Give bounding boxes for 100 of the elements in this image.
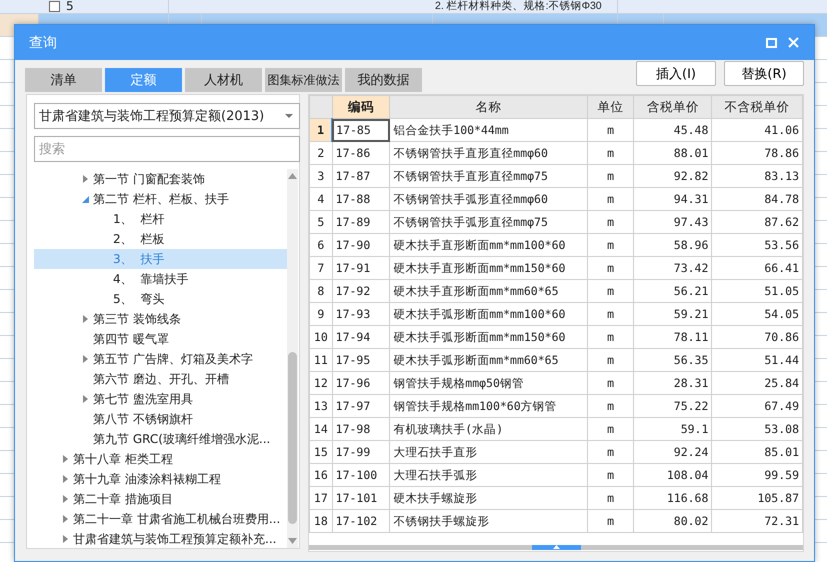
tree-item[interactable]: 第十九章 油漆涂料裱糊工程 xyxy=(34,469,287,489)
table-cell: 53.56 xyxy=(712,234,802,256)
expand-icon[interactable] xyxy=(83,315,88,323)
table-cell: m xyxy=(587,372,634,394)
table-cell: 59.21 xyxy=(634,302,712,326)
column-header[interactable]: 单位 xyxy=(587,96,634,118)
row-number[interactable]: 1 xyxy=(310,118,332,142)
table-cell: m xyxy=(587,464,634,486)
table-cell: m xyxy=(587,280,634,302)
column-header[interactable]: 不含税单价 xyxy=(712,96,802,118)
table-cell: m xyxy=(587,188,634,210)
table-cell: 17-88 xyxy=(332,188,390,210)
checkbox-icon xyxy=(49,0,60,12)
table-cell: 72.31 xyxy=(712,510,802,532)
tab[interactable]: 清单 xyxy=(25,68,102,92)
row-number[interactable]: 6 xyxy=(310,234,332,256)
table-cell: 不锈钢管扶手弧形直径mmφ75 xyxy=(390,210,588,234)
expand-icon[interactable] xyxy=(83,395,88,403)
splitter-handle[interactable] xyxy=(532,545,580,550)
search-field[interactable]: 搜索 xyxy=(34,136,300,162)
expand-icon[interactable] xyxy=(63,535,68,543)
tab[interactable]: 图集标准做法 xyxy=(265,68,342,92)
tree-item[interactable]: 4、 靠墙扶手 xyxy=(34,269,287,289)
tree-item[interactable]: 甘肃省建筑与装饰工程预算定额补充... xyxy=(34,529,287,548)
tree-item[interactable]: 第一节 门窗配套装饰 xyxy=(34,169,287,189)
table-cell: 17-99 xyxy=(332,440,390,464)
scroll-down-icon[interactable] xyxy=(288,538,297,544)
table-cell: 大理石扶手直形 xyxy=(390,440,588,464)
table-cell: 17-101 xyxy=(332,486,390,510)
tree-item[interactable]: 第八节 不锈钢旗杆 xyxy=(34,409,287,429)
column-header[interactable]: 名称 xyxy=(390,96,588,118)
row-number[interactable]: 16 xyxy=(310,464,332,486)
tree-item[interactable]: 5、 弯头 xyxy=(34,289,287,309)
table-cell: 17-89 xyxy=(332,210,390,234)
library-dropdown[interactable]: 甘肃省建筑与装饰工程预算定额(2013) xyxy=(34,103,300,129)
collapse-icon[interactable] xyxy=(82,196,89,202)
expand-icon[interactable] xyxy=(63,455,68,463)
expand-icon[interactable] xyxy=(63,495,68,503)
row-number[interactable]: 2 xyxy=(310,142,332,164)
table-cell: 51.44 xyxy=(712,348,802,372)
table-cell: 硬木扶手直形断面mm*mm60*65 xyxy=(390,280,588,302)
tree-item[interactable]: 第十八章 柜类工程 xyxy=(34,449,287,469)
tab[interactable]: 人材机 xyxy=(185,68,262,92)
row-number[interactable]: 13 xyxy=(310,394,332,418)
tree-item[interactable]: 1、 栏杆 xyxy=(34,209,287,229)
insert-button[interactable]: 插入(I) xyxy=(636,61,716,86)
table-cell: 17-102 xyxy=(332,510,390,532)
tree-item[interactable]: 第六节 磨边、开孔、开槽 xyxy=(34,369,287,389)
column-header[interactable]: 编码 xyxy=(332,96,390,118)
table-cell: 17-90 xyxy=(332,234,390,256)
row-number[interactable]: 4 xyxy=(310,188,332,210)
row-number[interactable]: 15 xyxy=(310,440,332,464)
tree-item[interactable]: 第七节 盥洗室用具 xyxy=(34,389,287,409)
table-cell: m xyxy=(587,394,634,418)
scroll-up-icon[interactable] xyxy=(288,173,297,179)
table-cell: m xyxy=(587,256,634,280)
expand-icon[interactable] xyxy=(63,475,68,483)
row-number[interactable]: 17 xyxy=(310,486,332,510)
expand-icon[interactable] xyxy=(83,355,88,363)
expand-icon[interactable] xyxy=(63,515,68,523)
tree-item[interactable]: 第九节 GRC(玻璃纤维增强水泥... xyxy=(34,429,287,449)
table-cell: 17-93 xyxy=(332,302,390,326)
row-number[interactable]: 5 xyxy=(310,210,332,234)
row-number[interactable]: 7 xyxy=(310,256,332,280)
row-number[interactable]: 18 xyxy=(310,510,332,532)
table-cell: 17-92 xyxy=(332,280,390,302)
table-cell: 45.48 xyxy=(634,118,712,142)
table-cell: 硬木扶手弧形断面mm*mm60*65 xyxy=(390,348,588,372)
table-cell: 17-94 xyxy=(332,326,390,348)
replace-button[interactable]: 替换(R) xyxy=(724,61,804,86)
row-number[interactable]: 10 xyxy=(310,326,332,348)
table-cell: 53.08 xyxy=(712,418,802,440)
tab[interactable]: 我的数据 xyxy=(345,68,422,92)
row-number[interactable]: 8 xyxy=(310,280,332,302)
tree-item[interactable]: 2、 栏板 xyxy=(34,229,287,249)
table-cell: 17-87 xyxy=(332,164,390,188)
table-cell: m xyxy=(587,164,634,188)
row-number[interactable]: 9 xyxy=(310,302,332,326)
scrollbar[interactable] xyxy=(287,169,298,548)
row-number[interactable]: 14 xyxy=(310,418,332,440)
table-cell: 80.02 xyxy=(634,510,712,532)
column-header[interactable]: 含税单价 xyxy=(634,96,712,118)
row-number[interactable]: 12 xyxy=(310,372,332,394)
tree-item[interactable]: 第四节 暖气罩 xyxy=(34,329,287,349)
tree-item[interactable]: 第二十章 措施项目 xyxy=(34,489,287,509)
table-cell: 92.24 xyxy=(634,440,712,464)
tree-item[interactable]: 第五节 广告牌、灯箱及美术字 xyxy=(34,349,287,369)
table-cell: 85.01 xyxy=(712,440,802,464)
tree-item[interactable]: 第二节 栏杆、栏板、扶手 xyxy=(34,189,287,209)
expand-icon[interactable] xyxy=(83,175,88,183)
table-cell: m xyxy=(587,348,634,372)
tree-item[interactable]: 第二十一章 甘肃省施工机械台班费用... xyxy=(34,509,287,529)
table-cell: 105.87 xyxy=(712,486,802,510)
table-cell: m xyxy=(587,142,634,164)
row-number[interactable]: 11 xyxy=(310,348,332,372)
description-cell: 2. 栏杆材料种类、规格:不锈钢Φ30 xyxy=(435,0,602,13)
table-cell: 17-96 xyxy=(332,372,390,394)
tree-item[interactable]: 第三节 装饰线条 xyxy=(34,309,287,329)
table-cell: 83.13 xyxy=(712,164,802,188)
row-number[interactable]: 3 xyxy=(310,164,332,188)
